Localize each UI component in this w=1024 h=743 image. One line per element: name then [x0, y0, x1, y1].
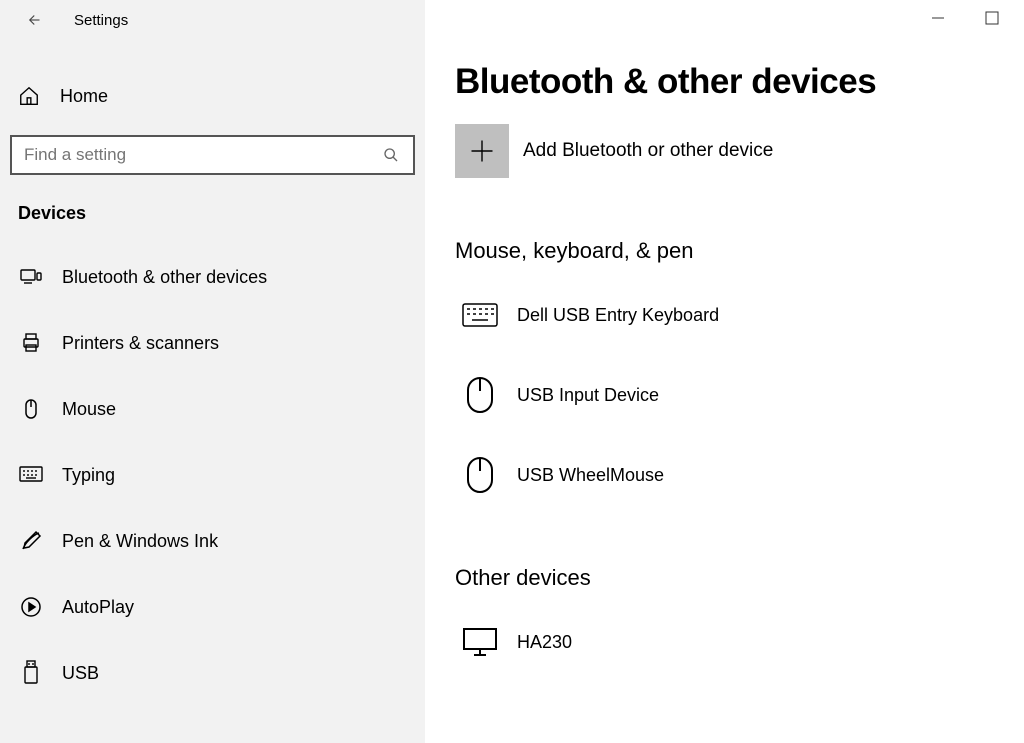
plus-icon [468, 137, 496, 165]
keyboard-icon [18, 462, 44, 488]
printer-icon [18, 330, 44, 356]
titlebar: Settings [0, 0, 425, 40]
add-device-button[interactable]: Add Bluetooth or other device [455, 124, 994, 178]
device-label: Dell USB Entry Keyboard [517, 305, 719, 326]
device-section-other: Other devices HA230 [455, 565, 994, 677]
home-label: Home [60, 86, 108, 107]
device-label: USB WheelMouse [517, 465, 664, 486]
sidebar-item-bluetooth[interactable]: Bluetooth & other devices [0, 244, 425, 310]
sidebar-item-typing[interactable]: Typing [0, 442, 425, 508]
window-controls [926, 6, 1004, 30]
maximize-button[interactable] [980, 6, 1004, 30]
maximize-icon [985, 11, 999, 25]
home-icon [18, 85, 40, 107]
device-section-title: Mouse, keyboard, & pen [455, 238, 994, 264]
page-title: Bluetooth & other devices [455, 62, 994, 102]
devices-icon [18, 264, 44, 290]
keyboard-icon [461, 296, 499, 334]
mouse-icon [461, 456, 499, 494]
device-section-title: Other devices [455, 565, 994, 591]
arrow-left-icon [23, 11, 41, 29]
mouse-icon [461, 376, 499, 414]
usb-icon [18, 660, 44, 686]
autoplay-icon [18, 594, 44, 620]
device-item[interactable]: USB Input Device [455, 360, 994, 430]
home-nav[interactable]: Home [0, 75, 425, 117]
pen-icon [18, 528, 44, 554]
back-button[interactable] [20, 8, 44, 32]
sidebar-item-mouse[interactable]: Mouse [0, 376, 425, 442]
device-label: HA230 [517, 632, 572, 653]
sidebar: Settings Home Devices Bluetooth & other … [0, 0, 425, 743]
sidebar-item-label: Pen & Windows Ink [62, 531, 218, 552]
device-list: Dell USB Entry Keyboard USB Input Device… [455, 280, 994, 510]
sidebar-item-pen[interactable]: Pen & Windows Ink [0, 508, 425, 574]
device-item[interactable]: HA230 [455, 607, 994, 677]
nav-list: Bluetooth & other devices Printers & sca… [0, 244, 425, 706]
sidebar-item-label: Typing [62, 465, 115, 486]
device-section-mouse-keyboard: Mouse, keyboard, & pen Dell USB Entry Ke… [455, 238, 994, 510]
main-content: Bluetooth & other devices Add Bluetooth … [425, 0, 1024, 743]
device-item[interactable]: USB WheelMouse [455, 440, 994, 510]
sidebar-item-usb[interactable]: USB [0, 640, 425, 706]
device-list: HA230 [455, 607, 994, 677]
sidebar-item-label: Mouse [62, 399, 116, 420]
plus-button [455, 124, 509, 178]
minimize-button[interactable] [926, 6, 950, 30]
add-device-label: Add Bluetooth or other device [523, 140, 773, 162]
device-label: USB Input Device [517, 385, 659, 406]
search-box[interactable] [10, 135, 415, 175]
monitor-icon [461, 623, 499, 661]
window-title: Settings [74, 12, 128, 29]
sidebar-item-label: Bluetooth & other devices [62, 267, 267, 288]
mouse-icon [18, 396, 44, 422]
sidebar-section-title: Devices [18, 203, 407, 224]
sidebar-item-label: AutoPlay [62, 597, 134, 618]
sidebar-item-label: USB [62, 663, 99, 684]
minimize-icon [931, 11, 945, 25]
sidebar-item-autoplay[interactable]: AutoPlay [0, 574, 425, 640]
device-item[interactable]: Dell USB Entry Keyboard [455, 280, 994, 350]
sidebar-item-printers[interactable]: Printers & scanners [0, 310, 425, 376]
sidebar-item-label: Printers & scanners [62, 333, 219, 354]
search-input[interactable] [24, 145, 381, 165]
search-icon [381, 145, 401, 165]
